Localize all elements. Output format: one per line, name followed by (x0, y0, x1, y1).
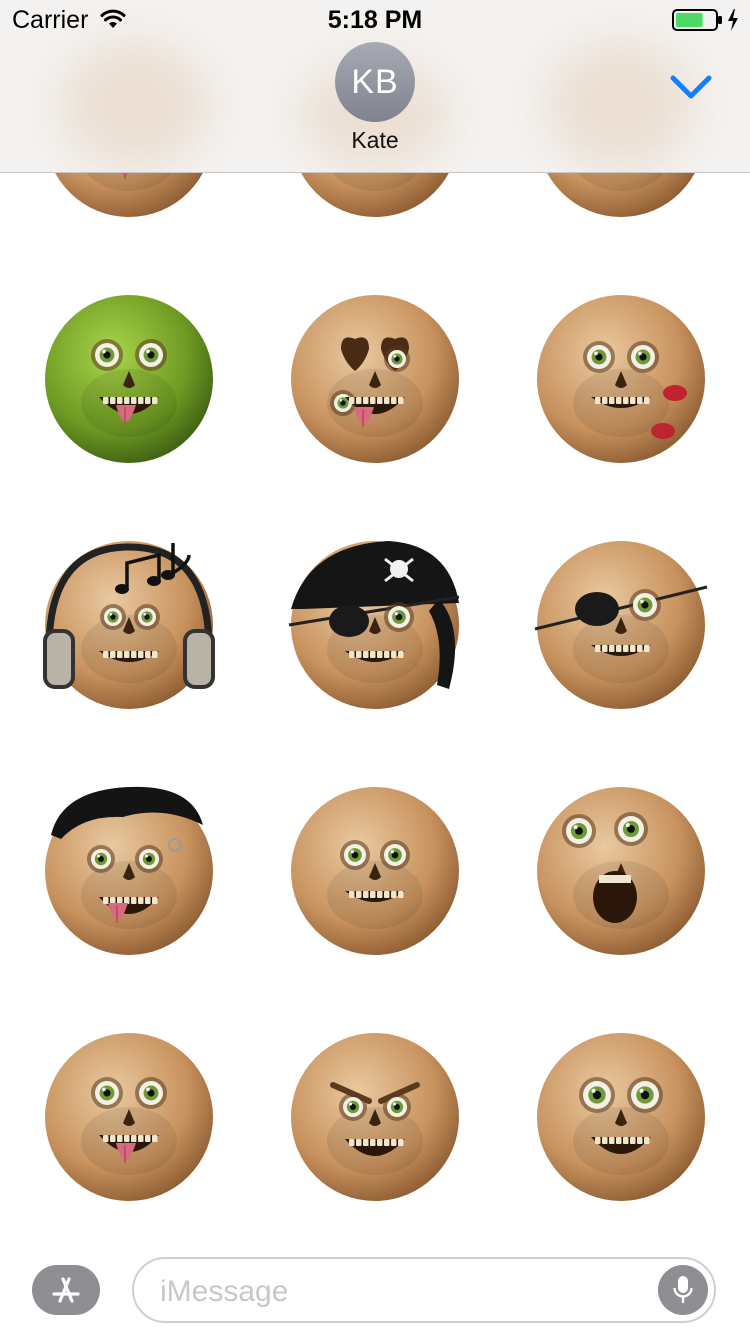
punk-hair-skull-sticker-image (45, 786, 213, 955)
bolt-icon (727, 9, 739, 36)
smiling-skull-sticker-image (291, 787, 459, 955)
app-store-icon (52, 1277, 80, 1303)
imessage-placeholder: iMessage (160, 1275, 289, 1308)
eyepatch-skull-sticker-image (534, 541, 708, 709)
tongue-out-skull-sticker-image (45, 1033, 213, 1201)
punk-hair-skull-sticker[interactable] (43, 785, 215, 957)
collapse-button[interactable] (668, 70, 714, 104)
microphone-icon (673, 1276, 693, 1303)
shocked-skull-sticker-image (537, 787, 705, 955)
headphones-music-skull-sticker-image (43, 541, 215, 709)
app-store-button[interactable] (32, 1265, 100, 1315)
chevron-down-icon (670, 75, 712, 99)
clock: 5:18 PM (327, 6, 423, 34)
status-bar: Carrier 5:18 PM (0, 0, 750, 40)
tongue-out-skull-sticker[interactable] (43, 1031, 215, 1203)
headphones-music-skull-sticker[interactable] (43, 539, 215, 711)
contact-avatar[interactable]: KB (335, 42, 415, 122)
wide-eyed-skull-sticker-image (537, 1033, 705, 1201)
shocked-skull-sticker[interactable] (535, 785, 707, 957)
kissed-skull-sticker-image (537, 295, 705, 463)
battery-icon (672, 9, 724, 36)
conversation-header: Carrier 5:18 PM KB Kate (0, 0, 750, 173)
angry-grin-skull-sticker[interactable] (289, 1031, 461, 1203)
imessage-input[interactable]: iMessage (132, 1257, 716, 1323)
smiling-skull-sticker[interactable] (289, 785, 461, 957)
green-zombie-skull-sticker-image (45, 295, 213, 463)
pirate-bandana-skull-sticker-image (288, 541, 460, 709)
eyepatch-skull-sticker[interactable] (534, 539, 708, 711)
heart-eyes-skull-sticker-image (291, 295, 459, 463)
message-input-bar: iMessage (0, 1240, 750, 1334)
pirate-bandana-skull-sticker[interactable] (288, 539, 461, 711)
wide-eyed-skull-sticker[interactable] (535, 1031, 707, 1203)
green-zombie-skull-sticker[interactable] (43, 293, 215, 465)
microphone-button[interactable] (658, 1265, 708, 1315)
heart-eyes-skull-sticker[interactable] (289, 293, 461, 465)
angry-grin-skull-sticker-image (291, 1033, 459, 1201)
kissed-skull-sticker[interactable] (535, 293, 707, 465)
contact-name[interactable]: Kate (0, 127, 750, 154)
sticker-grid (0, 0, 750, 1250)
